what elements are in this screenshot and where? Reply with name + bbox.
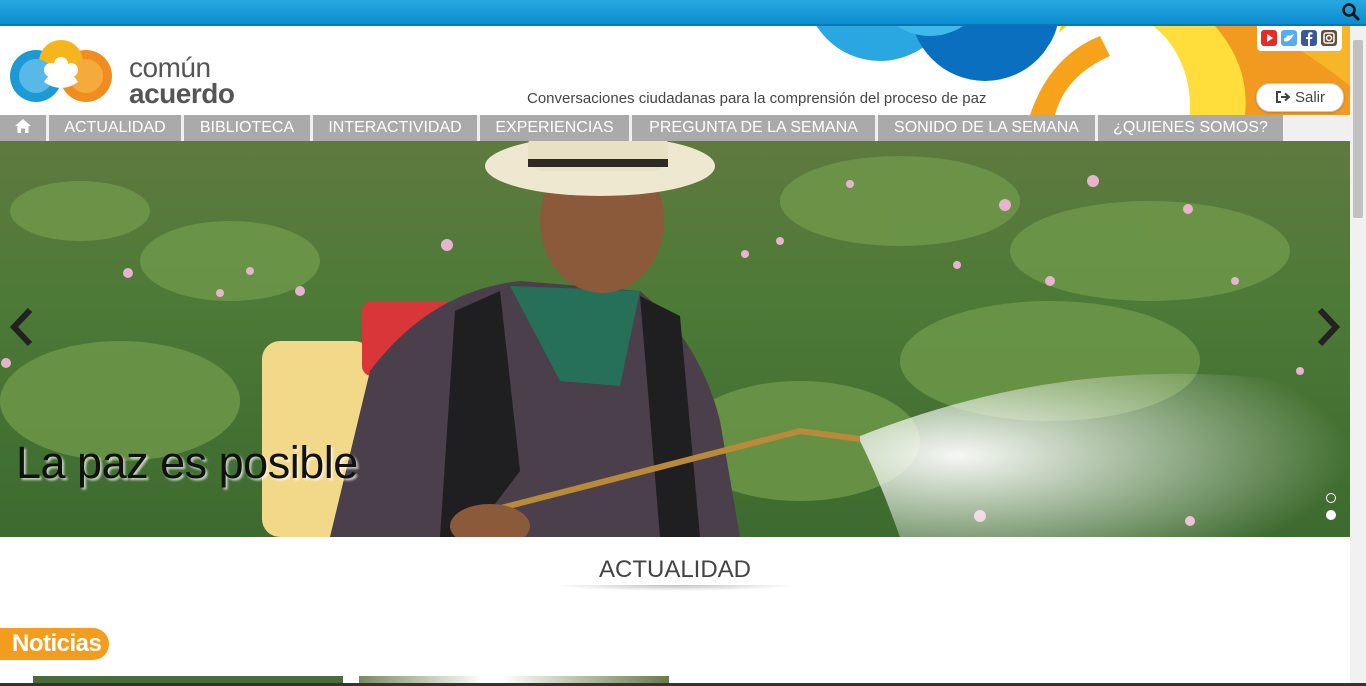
hero-slider: La paz es posible — [0, 141, 1350, 537]
slider-next-button[interactable] — [1312, 306, 1344, 348]
home-icon — [15, 119, 31, 133]
nav-interactividad[interactable]: INTERACTIVIDAD — [313, 115, 477, 141]
chevron-left-icon — [9, 307, 33, 347]
salir-button[interactable]: Salir — [1256, 83, 1344, 112]
sign-out-icon — [1275, 91, 1291, 103]
nav-sonido-de-la-semana[interactable]: SONIDO DE LA SEMANA — [878, 115, 1095, 141]
site-tagline: Conversaciones ciudadanas para la compre… — [527, 90, 987, 107]
search-icon[interactable] — [1340, 1, 1362, 23]
nav-actualidad[interactable]: ACTUALIDAD — [49, 115, 181, 141]
slider-prev-button[interactable] — [6, 306, 38, 348]
logo-flower-icon — [10, 40, 112, 102]
site-logo[interactable]: común acuerdo — [6, 36, 276, 109]
salir-label: Salir — [1294, 89, 1325, 106]
slider-dot-active[interactable] — [1326, 510, 1336, 520]
nav-home[interactable] — [0, 115, 46, 141]
youtube-icon[interactable] — [1261, 30, 1277, 46]
nav-experiencias[interactable]: EXPERIENCIAS — [480, 115, 629, 141]
logo-text-acuerdo: acuerdo — [129, 78, 235, 109]
section-title-underline — [552, 585, 798, 591]
instagram-icon[interactable] — [1321, 30, 1337, 46]
chevron-right-icon — [1317, 307, 1341, 347]
nav-biblioteca[interactable]: BIBLIOTECA — [184, 115, 310, 141]
twitter-icon[interactable] — [1281, 30, 1297, 46]
hero-caption: La paz es posible — [16, 437, 358, 488]
section-title: ACTUALIDAD — [598, 556, 752, 583]
nav-pregunta-de-la-semana[interactable]: PREGUNTA DE LA SEMANA — [632, 115, 875, 141]
social-links — [1257, 26, 1342, 51]
scrollbar-thumb[interactable] — [1353, 40, 1363, 218]
main-nav: ACTUALIDAD BIBLIOTECA INTERACTIVIDAD EXP… — [0, 115, 1350, 141]
noticias-badge: Noticias — [0, 628, 109, 660]
site-header: común acuerdo Conversaciones ciudadanas … — [0, 26, 1350, 115]
slider-dot[interactable] — [1326, 493, 1336, 503]
top-bar — [0, 0, 1366, 26]
nav-quienes-somos[interactable]: ¿QUIENES SOMOS? — [1098, 115, 1283, 141]
facebook-icon[interactable] — [1301, 30, 1317, 46]
